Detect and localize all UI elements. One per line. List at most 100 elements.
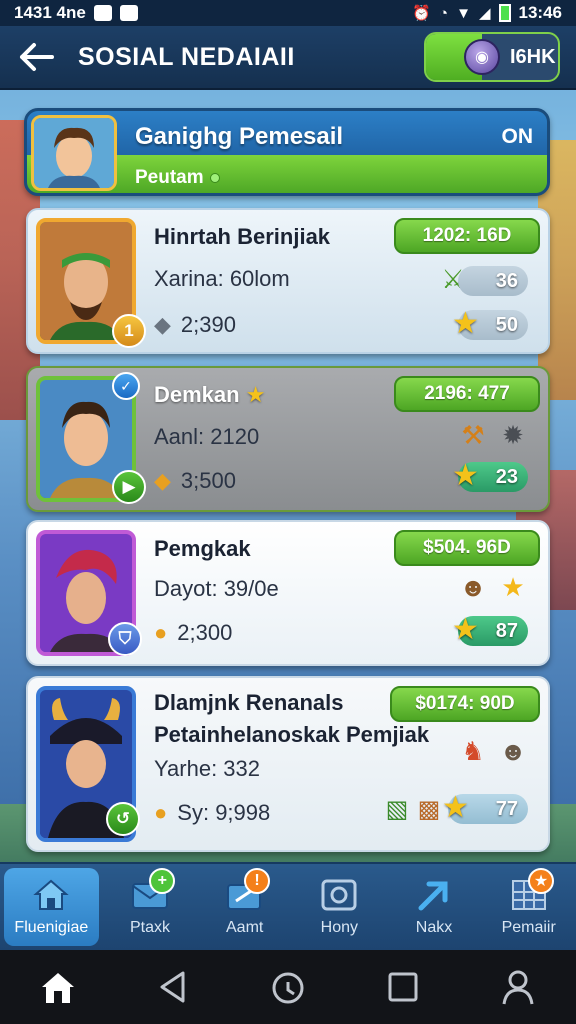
system-recents-button[interactable] [379, 963, 427, 1011]
star-icon: ★ [452, 613, 479, 646]
nav-send[interactable]: ! Aamt [197, 864, 292, 950]
assistant-icon [272, 972, 304, 1004]
friend-card[interactable]: ⛉ Pemgkak Dayot: 39/0e ● 2;300 $504. 96D… [26, 520, 550, 666]
friend-detail: Xarina: 60lom [154, 266, 290, 291]
coin-icon: ● [154, 620, 168, 645]
camera-icon [319, 877, 359, 913]
friend-name: Dlamjnk Renanals [154, 690, 344, 715]
friend-name: Hinrtah Berinjiak [154, 224, 331, 249]
currency-value: Sy: 9;998 [177, 800, 271, 825]
player-name: Ganighg Pemesail [135, 123, 344, 150]
notification-icon [93, 5, 112, 21]
player-state: ON [501, 125, 534, 148]
arrow-icon [414, 877, 454, 913]
friend-card[interactable]: ↺ Dlamjnk Renanals Petainhelanoskak Pemj… [26, 676, 550, 852]
price-tag[interactable]: 1202: 16D [394, 218, 540, 254]
friend-detail: Yarhe: 332 [154, 756, 261, 781]
profile-icon [502, 970, 534, 1005]
friend-detail: Dayot: 39/0e [154, 576, 279, 601]
stat-pill: ★ 77 [442, 791, 528, 824]
pet-icon: ☻ [459, 571, 487, 602]
gem-icon: ◆ [154, 468, 171, 493]
nav-camera[interactable]: Hony [292, 864, 387, 950]
refresh-badge-icon: ↺ [106, 802, 140, 836]
card-icon: ▧ [385, 795, 409, 823]
home-icon [41, 973, 74, 1003]
friend-currency: ◆ 3;500 [154, 468, 236, 494]
friend-name: Pemgkak [154, 536, 251, 561]
nav-label: Nakx [415, 919, 453, 936]
system-profile-button[interactable] [494, 963, 542, 1011]
status-bar: 1431 4ne ⏰ ◔ ▼ ◢ 13:46 [0, 0, 576, 26]
online-dot-icon [209, 173, 220, 183]
nav-grid[interactable]: ★ Pemaiir [481, 864, 576, 950]
stat-pill: ★ 23 [452, 459, 528, 492]
signal-icon: ◢ [478, 5, 491, 22]
system-home-button[interactable] [34, 963, 82, 1011]
currency-value: 2;300 [177, 620, 233, 645]
friend-name: Demkan ★ [154, 382, 265, 408]
back-triangle-icon [160, 971, 185, 1003]
toggle-label: I6HK [510, 45, 556, 68]
alarm-icon: ⏰ [412, 5, 432, 22]
verified-badge-icon: ✓ [112, 372, 140, 400]
pet-icon: ♞ [461, 735, 485, 766]
player-status-text: Peutam [135, 167, 204, 188]
star-icon: ★ [501, 571, 525, 602]
card-icon-2: ▩ [417, 795, 441, 823]
mode-toggle[interactable]: ◉ I6HK [424, 32, 560, 82]
stat-pill: 36 [458, 266, 528, 296]
nav-label: Ptaxk [130, 919, 171, 936]
home-icon [31, 877, 71, 913]
currency-value: 2;390 [180, 312, 236, 337]
nav-mail[interactable]: + Ptaxk [103, 864, 198, 950]
system-nav-bar [0, 950, 576, 1024]
star-icon: ★ [442, 791, 469, 824]
stat-value: 77 [495, 797, 518, 820]
nav-badge: + [149, 868, 176, 894]
nav-label: Pemaiir [501, 919, 556, 936]
player-status: Peutam [135, 167, 220, 189]
friend-currency: ● 2;300 [154, 620, 232, 646]
wifi-icon: ▼ [456, 4, 471, 22]
coin-icon: ● [154, 800, 168, 825]
star-icon: ★ [452, 307, 479, 340]
stat-pill: ★ 87 [452, 613, 528, 646]
price-tag[interactable]: $0174: 90D [390, 686, 540, 722]
nav-home[interactable]: Fluenigiae [4, 868, 99, 946]
friend-card[interactable]: ▶ ✓ Demkan ★ Aanl: 2120 ◆ 3;500 2196: 47… [26, 366, 550, 512]
star-icon: ★ [245, 382, 266, 407]
status-time-right: 13:46 [518, 3, 562, 22]
nav-arrow[interactable]: Nakx [387, 864, 482, 950]
notification-icon-2 [119, 5, 138, 21]
creature-icon: ☻ [499, 735, 527, 766]
back-arrow-icon [20, 43, 54, 71]
bottom-nav: Fluenigiae + Ptaxk ! Aamt Hony Nakx ★ Pe… [0, 862, 576, 950]
vibrate-icon: ◔ [439, 4, 449, 22]
toggle-knob-icon: ◉ [464, 39, 500, 75]
chest-icon: ⚒ [461, 419, 485, 450]
friend-detail: Aanl: 2120 [154, 424, 260, 449]
battery-icon [498, 4, 511, 22]
star-icon: ★ [452, 459, 479, 492]
currency-value: 3;500 [180, 468, 236, 493]
nav-badge: ★ [528, 868, 555, 894]
system-back-button[interactable] [149, 963, 197, 1011]
friend-card[interactable]: 1 Hinrtah Berinjiak Xarina: 60lom ◆ 2;39… [26, 208, 550, 354]
recents-square-icon [388, 972, 418, 1002]
price-tag[interactable]: $504. 96D [394, 530, 540, 566]
friend-name-line2: Petainhelanoskak Pemjiak [154, 722, 430, 747]
system-assistant-button[interactable] [264, 963, 312, 1011]
player-avatar [31, 115, 117, 191]
back-button[interactable] [16, 37, 56, 77]
price-tag[interactable]: 2196: 477 [394, 376, 540, 412]
stat-value: 23 [495, 465, 518, 488]
stat-value: 50 [495, 313, 518, 336]
play-badge-icon: ▶ [112, 470, 146, 504]
stat-pill: ★ 50 [452, 307, 528, 340]
nav-badge: ! [244, 868, 271, 894]
nav-label: Aamt [226, 919, 264, 936]
friend-currency: ● Sy: 9;998 [154, 800, 270, 826]
player-banner[interactable]: Ganighg Pemesail ON Peutam [24, 108, 550, 196]
page-title: SOSIAL NEDAIAII [78, 42, 295, 71]
